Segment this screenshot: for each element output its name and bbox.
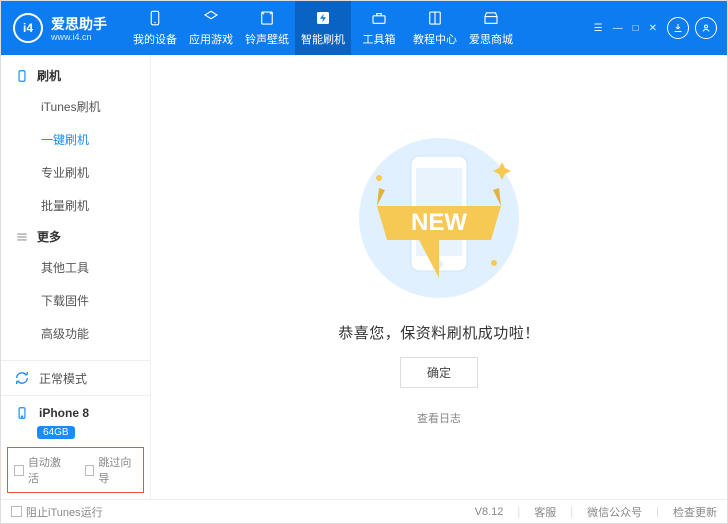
banner-text: NEW [411,209,467,236]
main-nav: 我的设备应用游戏铃声壁纸智能刷机工具箱教程中心爱思商城 [127,1,519,55]
success-message: 恭喜您，保资料刷机成功啦！ [338,322,540,343]
check-update-link[interactable]: 检查更新 [673,504,717,520]
phone-icon [15,69,29,83]
phone-device-icon [13,404,31,422]
toolbox-icon [370,9,388,27]
footer: 阻止iTunes运行 V8.12 | 客服 | 微信公众号 | 检查更新 [1,499,727,523]
block-itunes-checkbox[interactable]: 阻止iTunes运行 [11,504,103,520]
lock-icon[interactable]: ☰ [594,23,603,34]
sidebar-item-download[interactable]: 下载固件 [1,284,150,317]
title-bar: i4 爱思助手 www.i4.cn 我的设备应用游戏铃声壁纸智能刷机工具箱教程中… [1,1,727,55]
wechat-link[interactable]: 微信公众号 [587,504,642,520]
sidebar-item-other[interactable]: 其他工具 [1,251,150,284]
version-label: V8.12 [475,506,504,518]
maximize-icon[interactable]: □ [633,23,639,34]
apps-icon [202,9,220,27]
nav-tutorial[interactable]: 教程中心 [407,1,463,55]
sidebar: 刷机iTunes刷机一键刷机专业刷机批量刷机更多其他工具下载固件高级功能 正常模… [1,55,151,499]
minimize-icon[interactable]: — [613,23,623,34]
sidebar-item-one[interactable]: 一键刷机 [1,123,150,156]
sidebar-item-advanced[interactable]: 高级功能 [1,317,150,350]
nav-devices[interactable]: 我的设备 [127,1,183,55]
close-icon[interactable]: ✕ [649,23,657,34]
list-icon [15,230,29,244]
logo: i4 爱思助手 www.i4.cn [13,13,107,43]
device-mode-row[interactable]: 正常模式 [1,361,150,395]
logo-text: 爱思助手 www.i4.cn [51,14,107,42]
flash-icon [314,9,332,27]
device-row[interactable]: iPhone 8 64GB [1,395,150,447]
refresh-icon [13,369,31,387]
download-circle-button[interactable] [667,17,689,39]
auto-activate-checkbox[interactable]: 自动激活 [14,454,67,486]
logo-mark: i4 [13,13,43,43]
window-controls: ☰ — □ ✕ [594,23,657,34]
nav-flash[interactable]: 智能刷机 [295,1,351,55]
success-illustration: NEW [319,128,559,308]
nav-tools[interactable]: 工具箱 [351,1,407,55]
skip-guide-checkbox[interactable]: 跳过向导 [85,454,138,486]
sidebar-group-more[interactable]: 更多 [1,222,150,251]
user-circle-button[interactable] [695,17,717,39]
support-link[interactable]: 客服 [534,504,556,520]
device-storage-badge: 64GB [37,426,75,439]
note-icon [258,9,276,27]
book-icon [426,9,444,27]
main-area: NEW 恭喜您，保资料刷机成功啦！ 确定 查看日志 [151,55,727,499]
device-name: iPhone 8 [39,406,89,420]
sidebar-group-flash[interactable]: 刷机 [1,61,150,90]
sidebar-item-batch[interactable]: 批量刷机 [1,189,150,222]
phone-icon [146,9,164,27]
sidebar-list: 刷机iTunes刷机一键刷机专业刷机批量刷机更多其他工具下载固件高级功能 [1,55,150,360]
sidebar-item-pro[interactable]: 专业刷机 [1,156,150,189]
nav-ringtones[interactable]: 铃声壁纸 [239,1,295,55]
view-log-link[interactable]: 查看日志 [417,410,461,426]
store-icon [482,9,500,27]
confirm-button[interactable]: 确定 [400,357,478,388]
nav-mall[interactable]: 爱思商城 [463,1,519,55]
device-mode-label: 正常模式 [39,370,87,387]
options-box: 自动激活 跳过向导 [7,447,144,493]
sidebar-item-itunes[interactable]: iTunes刷机 [1,90,150,123]
nav-apps[interactable]: 应用游戏 [183,1,239,55]
